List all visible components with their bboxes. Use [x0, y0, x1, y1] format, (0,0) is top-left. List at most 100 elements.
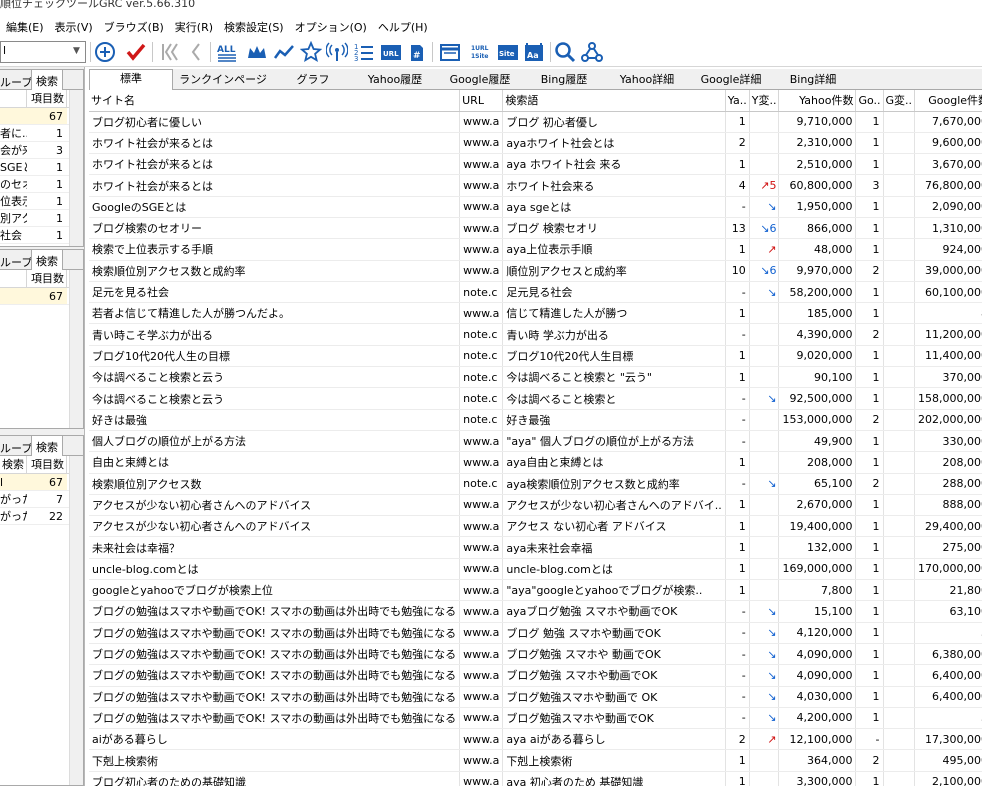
previous-page-icon[interactable]: [184, 40, 208, 64]
group-select-value: l: [3, 44, 7, 57]
column-header[interactable]: G変..: [883, 90, 916, 112]
table-row[interactable]: ホワイト社会が来るとは www.a ayaホワイト社会とは 2 2,310,000 1 9,…: [89, 132, 982, 155]
tab-group[interactable]: ループ: [0, 74, 32, 90]
item-count-header[interactable]: 項目数: [27, 270, 67, 287]
view-tab[interactable]: グラフ: [273, 71, 353, 90]
group-list-scrollbar[interactable]: [69, 456, 83, 785]
tab-search[interactable]: 検索: [31, 436, 63, 456]
menu-item[interactable]: ブラウズ(B): [104, 19, 164, 35]
column-header[interactable]: URL: [459, 90, 504, 112]
first-page-icon[interactable]: [158, 40, 182, 64]
trend-icon[interactable]: [272, 40, 296, 64]
url-icon[interactable]: URL: [379, 40, 403, 64]
table-row[interactable]: ブログ検索のセオリー www.a ブログ 検索セオリ 13 ↘6 866,000 1 1,31…: [89, 217, 982, 240]
view-tab[interactable]: Google詳細: [689, 71, 773, 90]
check-icon[interactable]: [124, 40, 148, 64]
table-row[interactable]: 今は調べること検索と云う note.c 今は調べること検索と "云う" 1 90,100…: [89, 366, 982, 389]
menu-item[interactable]: 編集(E): [6, 19, 44, 35]
google-count-cell: 63,100: [914, 600, 982, 623]
view-tab[interactable]: ランクインページ: [173, 71, 273, 90]
table-row[interactable]: 検索順位別アクセス数と成約率 www.a 順位別アクセスと成約率 10 ↘6 9,970,…: [89, 260, 982, 282]
site-icon[interactable]: Site: [496, 40, 520, 64]
yahoo-count-cell: 2,510,000: [778, 153, 857, 176]
zoom-search-icon[interactable]: [553, 40, 577, 64]
tab-group[interactable]: ループ: [0, 440, 32, 456]
group-name-header[interactable]: [0, 270, 27, 287]
table-row[interactable]: アクセスが少ない初心者さんへのアドバイス www.a アクセス ない初心者 アドバイ…: [89, 515, 982, 538]
table-row[interactable]: ブログの勉強はスマホや動画でOK! スマホの動画は外出時でも勉強になる www.a…: [89, 622, 982, 644]
column-header[interactable]: Go..: [855, 90, 884, 112]
column-header[interactable]: Google件数: [914, 90, 982, 112]
tab-group[interactable]: ループ: [0, 254, 32, 270]
table-row[interactable]: 青い時こそ学ぶ力が出る note.c 青い時 学ぶ力が出る - 4,390,000 2 11…: [89, 323, 982, 346]
table-row[interactable]: 若者よ信じて精進した人が勝つんだよ。 www.a 信じて精進した人が勝つ 1 185,0…: [89, 302, 982, 325]
table-row[interactable]: 自由と束縛とはwww.aaya自由と束縛とは1208,0001208,000-2…: [89, 451, 982, 474]
table-row[interactable]: GoogleのSGEとは www.a aya sgeとは - ↘ 1,950,000 1 2,…: [89, 196, 982, 218]
numbered-list-icon[interactable]: 123: [352, 40, 376, 64]
view-tab[interactable]: Google履歴: [437, 71, 523, 90]
yahoo-rank-cell: 1: [725, 771, 750, 786]
table-row[interactable]: 個人ブログの順位が上がる方法 www.a "aya" 個人ブログの順位が上がる方法 -…: [89, 430, 982, 453]
view-tab[interactable]: Bing詳細: [773, 71, 853, 90]
all-icon[interactable]: ALL: [215, 40, 239, 64]
group-select[interactable]: l ▼: [0, 41, 86, 63]
table-row[interactable]: ブログ初心者のための基礎知識 www.a aya 初心者のため 基礎知識 1 3,300…: [89, 771, 982, 786]
table-row[interactable]: 足元を見る社会 note.c 足元見る社会 - ↘ 58,200,000 1 60,100,0…: [89, 281, 982, 304]
column-header[interactable]: Y変..: [749, 90, 780, 112]
table-row[interactable]: 好きは最強note.c好き最強-153,000,0002202,000,000-…: [89, 409, 982, 431]
column-header[interactable]: サイト名: [89, 90, 461, 112]
url-1site-icon[interactable]: 1URL 1Site: [468, 40, 492, 64]
table-row[interactable]: ブログの勉強はスマホや動画でOK! スマホの動画は外出時でも勉強になる www.a…: [89, 643, 982, 666]
group-panel-tabs: ループ 検索: [0, 70, 83, 90]
menu-item[interactable]: ヘルプ(H): [378, 19, 428, 35]
table-row[interactable]: ブログの勉強はスマホや動画でOK! スマホの動画は外出時でも勉強になる www.a…: [89, 686, 982, 708]
table-row[interactable]: 検索順位別アクセス数 note.c aya検索順位別アクセス数と成約率 - ↘ 65,10…: [89, 473, 982, 495]
table-row[interactable]: ブログの勉強はスマホや動画でOK! スマホの動画は外出時でも勉強になる www.a…: [89, 664, 982, 687]
table-row[interactable]: 検索で上位表示する手順 www.a aya上位表示手順 1 ↗ 48,000 1 924,00…: [89, 238, 982, 261]
table-row[interactable]: ブログの勉強はスマホや動画でOK! スマホの動画は外出時でも勉強になる www.a…: [89, 600, 982, 623]
item-count-header[interactable]: 項目数: [27, 456, 67, 473]
keyword-cell: 今は調べること検索と: [502, 387, 726, 410]
view-tab[interactable]: Bing履歴: [523, 71, 605, 90]
group-name-header[interactable]: 検索: [0, 456, 27, 473]
font-icon[interactable]: Aa: [522, 40, 546, 64]
google-change-cell: [883, 430, 916, 453]
crown-icon[interactable]: [245, 40, 269, 64]
chevron-down-icon[interactable]: ▼: [73, 46, 83, 56]
hash-tag-icon[interactable]: #: [405, 40, 429, 64]
menu-item[interactable]: 検索設定(S): [224, 19, 284, 35]
table-row[interactable]: 未来社会は幸福？www.aaya未来社会幸福1132,0001275,000-2…: [89, 536, 982, 559]
tab-search[interactable]: 検索: [31, 250, 63, 270]
view-tab[interactable]: Yahoo詳細: [605, 71, 689, 90]
star-icon[interactable]: [299, 40, 323, 64]
group-list-scrollbar[interactable]: [69, 270, 83, 428]
table-row[interactable]: 今は調べること検索と云う note.c 今は調べること検索と - ↘ 92,500,000…: [89, 387, 982, 410]
signal-icon[interactable]: [325, 40, 349, 64]
column-header[interactable]: Yahoo件数: [778, 90, 857, 112]
yahoo-rank-cell: -: [725, 430, 750, 453]
table-row[interactable]: ホワイト社会が来るとは www.a ホワイト社会来る 4 ↗5 60,800,000 3 76…: [89, 174, 982, 197]
view-tab[interactable]: Yahoo履歴: [353, 71, 437, 90]
table-row[interactable]: aiがある暮らし www.a aya aiがある暮らし 2 ↗ 12,100,000- 17…: [89, 728, 982, 751]
table-row[interactable]: ホワイト社会が来るとは www.a aya ホワイト社会 来る 1 2,510,000 1…: [89, 153, 982, 176]
column-header[interactable]: Ya..: [725, 90, 750, 112]
column-header[interactable]: 検索語: [502, 90, 726, 112]
tab-search[interactable]: 検索: [31, 70, 63, 90]
group-list-scrollbar[interactable]: [69, 90, 83, 246]
group-name-header[interactable]: [0, 90, 27, 107]
table-row[interactable]: 下剋上検索術www.a下剋上検索術1364,0002495,000-4,990,…: [89, 749, 982, 772]
add-icon[interactable]: [93, 40, 117, 64]
network-icon[interactable]: [580, 40, 604, 64]
table-row[interactable]: ブログ10代20代人生の目標 note.c ブログ10代20代人生目標 1 9,020,…: [89, 345, 982, 368]
view-tab[interactable]: 標準: [89, 69, 173, 91]
table-row[interactable]: ブログの勉強はスマホや動画でOK! スマホの動画は外出時でも勉強になる www.a…: [89, 707, 982, 730]
menu-item[interactable]: 実行(R): [175, 19, 213, 35]
menu-item[interactable]: オプション(O): [295, 19, 367, 35]
table-row[interactable]: uncle-blog.comとは www.a uncle-blog.comとは 1 16…: [89, 558, 982, 581]
table-row[interactable]: ブログ初心者に優しい www.a ブログ 初心者優し 1 9,710,000 1 7,670…: [89, 111, 982, 133]
table-row[interactable]: アクセスが少ない初心者さんへのアドバイス www.a アクセスが少ない初心者さんへの…: [89, 494, 982, 517]
menu-item[interactable]: 表示(V): [55, 19, 93, 35]
table-row[interactable]: googleとyahooでブログが検索上位 www.a "aya"googleとya…: [89, 579, 982, 602]
item-count-header[interactable]: 項目数: [27, 90, 67, 107]
window-icon[interactable]: [438, 40, 462, 64]
